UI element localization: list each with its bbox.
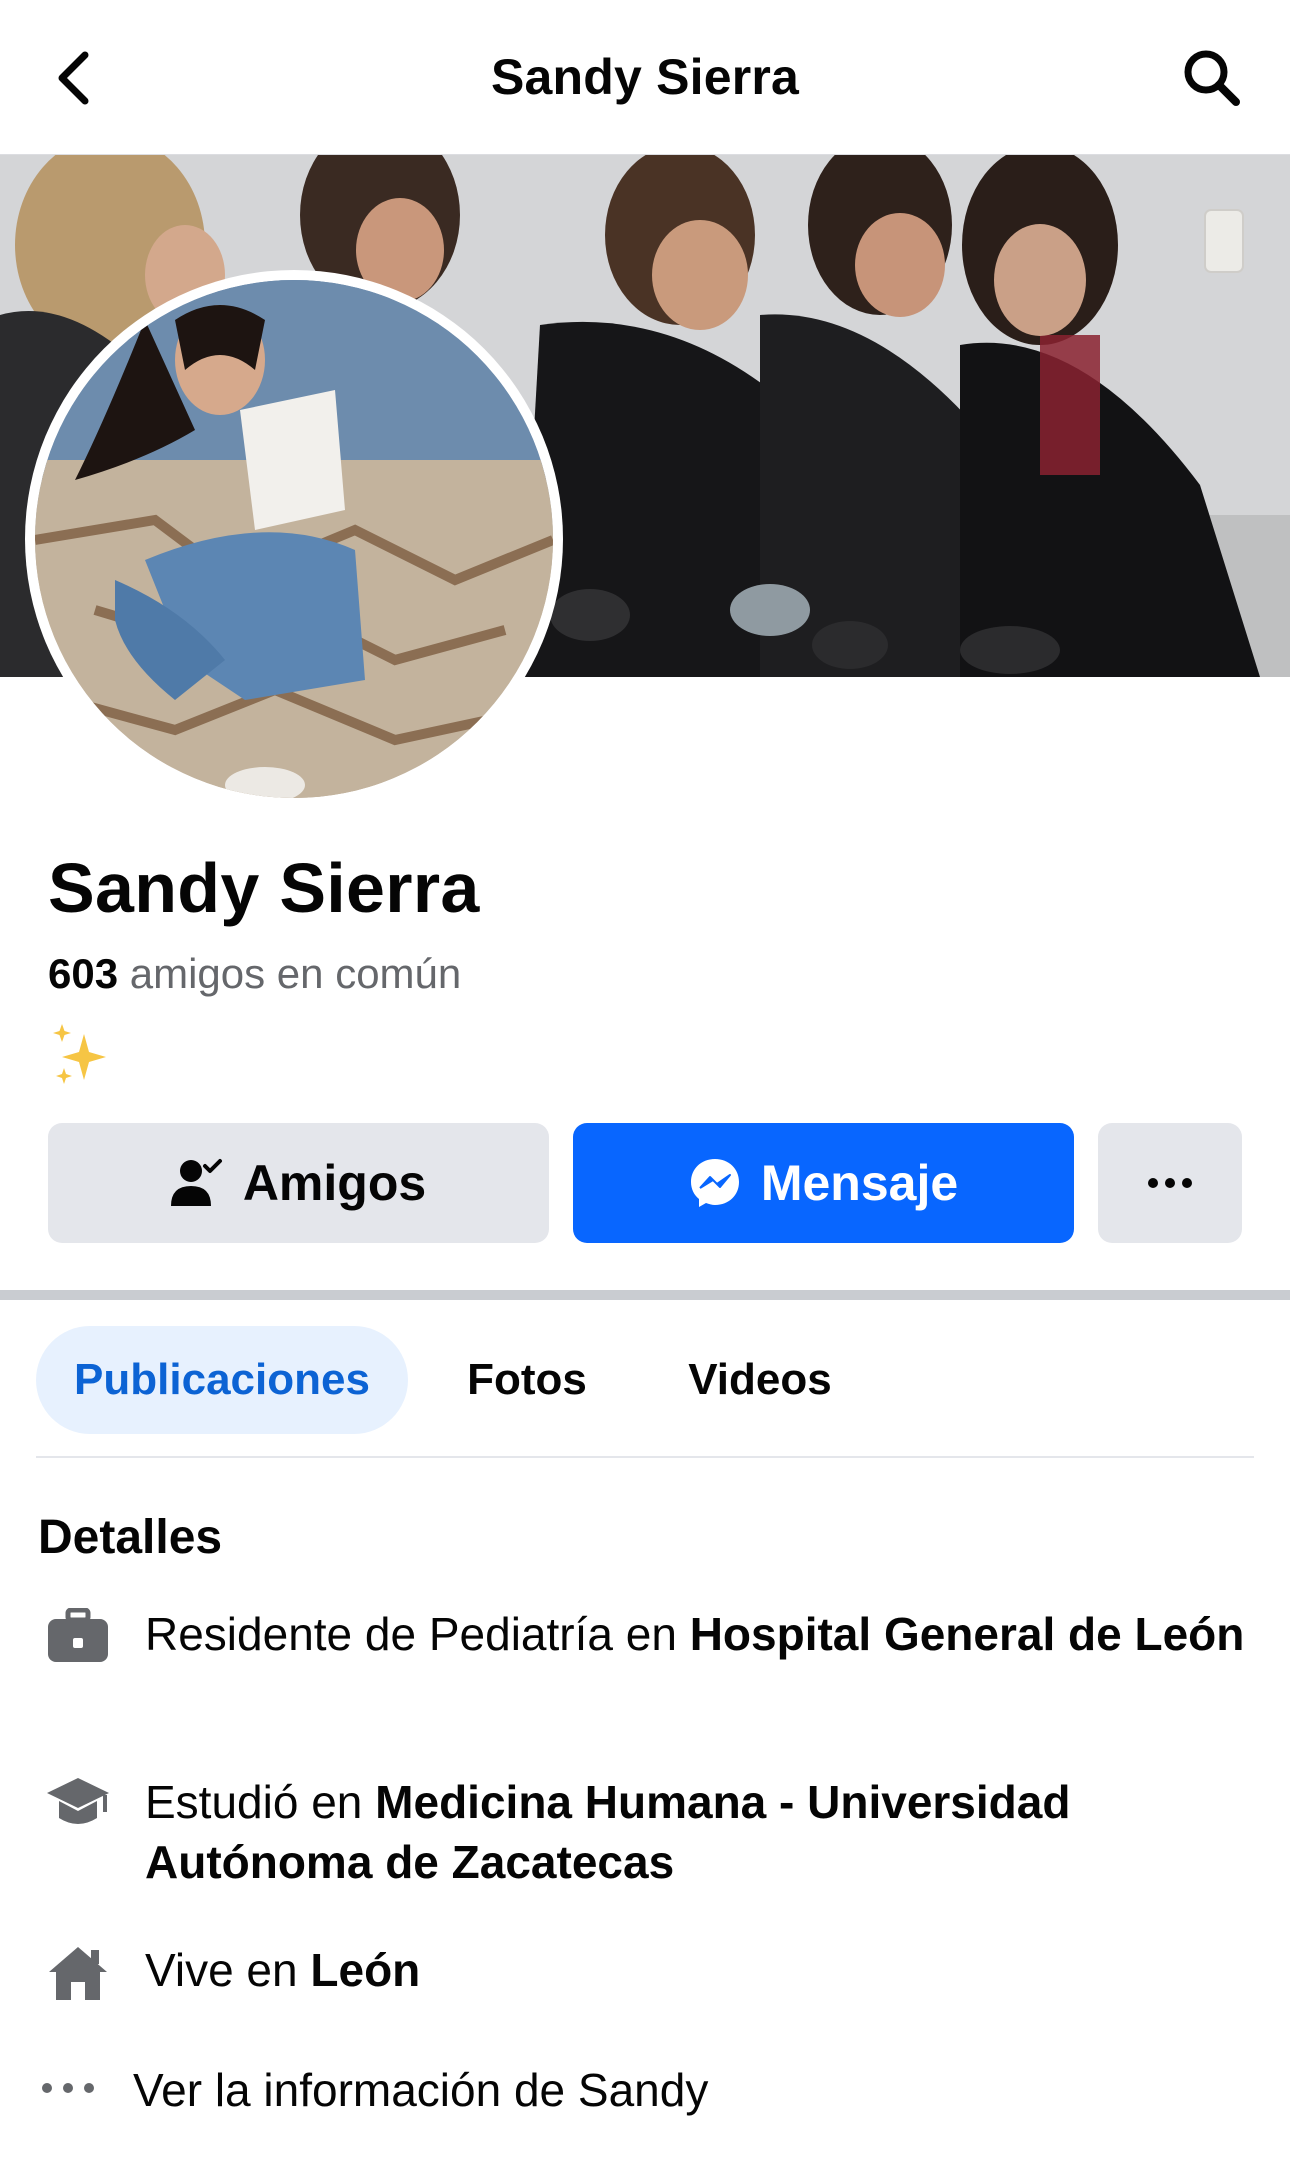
sparkles-icon: [48, 1020, 118, 1090]
search-button[interactable]: [1172, 40, 1252, 116]
profile-page: Sandy Sierra Sandy Sierra 603 amigos en …: [0, 0, 1290, 2160]
detail-work-place: Hospital General de León: [689, 1608, 1245, 1660]
profile-avatar[interactable]: [25, 270, 563, 808]
person-check-icon: [170, 1158, 223, 1208]
message-button[interactable]: Mensaje: [573, 1123, 1074, 1243]
tab-photos[interactable]: Fotos: [440, 1326, 614, 1434]
detail-work[interactable]: Residente de Pediatría en Hospital Gener…: [38, 1604, 1258, 1734]
detail-home-place: León: [310, 1944, 421, 1996]
mutual-friends[interactable]: 603 amigos en común: [48, 950, 461, 998]
see-about-info-label: Ver la información de Sandy: [133, 2064, 709, 2116]
see-about-info-link[interactable]: Ver la información de Sandy: [38, 2060, 1258, 2130]
mutual-friends-label: amigos en común: [129, 950, 462, 997]
section-divider: [0, 1290, 1290, 1300]
details-title: Detalles: [38, 1511, 223, 1564]
nav-title: Sandy Sierra: [490, 49, 800, 105]
tab-videos[interactable]: Videos: [660, 1326, 860, 1434]
briefcase-icon: [38, 1608, 118, 1672]
friends-button[interactable]: Amigos: [48, 1123, 549, 1243]
more-dots-icon: [1148, 1178, 1192, 1188]
detail-education-prefix: Estudió en: [145, 1776, 376, 1828]
message-button-label: Mensaje: [760, 1155, 959, 1211]
top-navigation-bar: Sandy Sierra: [0, 0, 1290, 155]
search-icon: [1184, 50, 1240, 106]
friends-button-label: Amigos: [242, 1155, 427, 1211]
home-icon: [38, 1944, 118, 2008]
more-dots-icon: [38, 2082, 98, 2146]
tabs-divider: [36, 1456, 1254, 1458]
avatar-photo: [35, 280, 553, 798]
detail-home-prefix: Vive en: [145, 1944, 311, 1996]
more-options-button[interactable]: [1098, 1123, 1242, 1243]
messenger-icon: [689, 1157, 741, 1209]
tab-posts[interactable]: Publicaciones: [36, 1326, 408, 1434]
detail-home[interactable]: Vive en León: [38, 1940, 1258, 2010]
profile-name: Sandy Sierra: [48, 849, 480, 927]
graduation-cap-icon: [38, 1776, 118, 1840]
mutual-friends-count: 603: [48, 950, 119, 997]
detail-education[interactable]: Estudió en Medicina Humana - Universidad…: [38, 1772, 1258, 1902]
detail-work-prefix: Residente de Pediatría en: [145, 1608, 690, 1660]
